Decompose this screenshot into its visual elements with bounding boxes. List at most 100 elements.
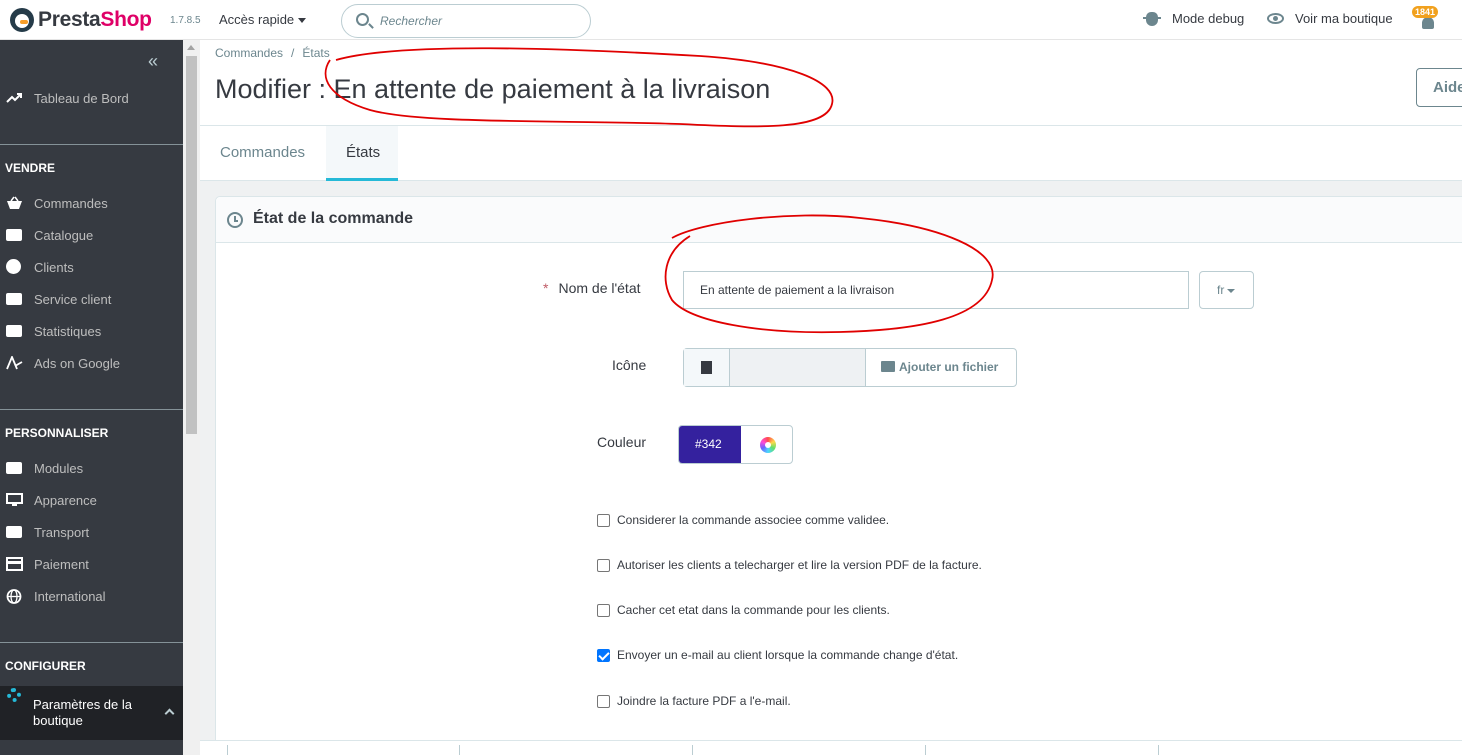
file-name-field[interactable] <box>730 349 866 386</box>
help-button[interactable]: Aide <box>1416 68 1462 107</box>
truck-icon <box>6 525 23 539</box>
sidebar-item-label: Commandes <box>34 195 108 211</box>
scrollbar-thumb[interactable] <box>186 56 197 434</box>
state-name-label-text: Nom de l'état <box>558 280 641 296</box>
credit-card-icon <box>6 557 23 571</box>
breadcrumb-parent-link[interactable]: Commandes <box>215 46 283 60</box>
add-file-button[interactable]: Ajouter un fichier <box>866 349 1017 386</box>
tab-states[interactable]: États <box>326 126 398 181</box>
color-label: Couleur <box>597 434 647 450</box>
gear-icon <box>7 688 21 702</box>
view-shop-link[interactable]: Voir ma boutique <box>1267 11 1393 26</box>
sidebar-item-label: Paramètres de la boutique <box>33 697 132 728</box>
sidebar-item-modules[interactable]: Modules <box>0 452 183 484</box>
option-consider-validated[interactable]: Considerer la commande associee comme va… <box>597 512 889 528</box>
quick-access-dropdown[interactable]: Accès rapide <box>219 12 307 27</box>
tabs-bar: Commandes États <box>200 126 1462 181</box>
sidebar-item-label: Service client <box>34 291 112 307</box>
color-wheel-icon[interactable] <box>760 437 776 453</box>
notifications-badge: 1841 <box>1412 6 1439 18</box>
caret-down-icon <box>1227 288 1236 293</box>
bottom-divider <box>1158 745 1159 755</box>
color-picker: #342 <box>678 425 793 464</box>
breadcrumb-current: États <box>302 46 330 60</box>
puzzle-icon <box>6 461 23 475</box>
section-title-customize: PERSONNALISER <box>5 426 109 440</box>
sidebar-item-orders[interactable]: Commandes <box>0 187 183 219</box>
sidebar-item-catalog[interactable]: Catalogue <box>0 219 183 251</box>
search-box[interactable] <box>341 4 591 38</box>
option-label: Cacher cet etat dans la commande pour le… <box>617 603 890 617</box>
sidebar-item-stats[interactable]: Statistiques <box>0 315 183 347</box>
sidebar-item-label: Modules <box>34 460 84 476</box>
notifications-button[interactable]: 1841 <box>1412 6 1439 32</box>
bar-chart-icon <box>6 324 23 338</box>
sidebar-item-label: International <box>34 588 106 604</box>
option-attach-invoice[interactable]: Joindre la facture PDF a l'e-mail. <box>597 693 791 709</box>
sidebar-divider <box>0 409 183 410</box>
checkbox[interactable] <box>597 603 610 617</box>
bottom-divider <box>925 745 926 755</box>
clock-icon <box>227 212 243 228</box>
trending-up-icon <box>6 91 23 105</box>
search-icon <box>356 13 369 26</box>
sidebar-item-label: Tableau de Bord <box>34 90 129 106</box>
section-title-configure: CONFIGURER <box>5 659 86 673</box>
sidebar-item-dashboard[interactable]: Tableau de Bord <box>0 82 183 114</box>
file-icon <box>701 361 712 374</box>
option-label: Autoriser les clients a telecharger et l… <box>617 558 982 572</box>
sidebar-item-international[interactable]: International <box>0 580 183 612</box>
caret-down-icon <box>298 18 307 24</box>
collapse-sidebar-icon[interactable]: « <box>148 51 158 72</box>
icon-label: Icône <box>612 357 647 373</box>
language-label: fr <box>1217 283 1225 297</box>
sidebar-divider <box>0 642 183 643</box>
card-title: État de la commande <box>253 210 414 227</box>
sidebar-item-shipping[interactable]: Transport <box>0 516 183 548</box>
debug-mode-link[interactable]: Mode debug <box>1143 11 1244 26</box>
language-dropdown[interactable]: fr <box>1199 271 1254 309</box>
required-asterisk: * <box>543 280 549 296</box>
version-label: 1.7.8.5 <box>170 15 201 26</box>
puffin-logo-icon <box>10 8 34 32</box>
section-title-sell: VENDRE <box>5 161 56 175</box>
bottom-divider <box>227 745 228 755</box>
bottom-bar <box>200 740 1462 755</box>
option-allow-invoice-pdf[interactable]: Autoriser les clients a telecharger et l… <box>597 557 982 573</box>
sidebar-item-customer-service[interactable]: Service client <box>0 283 183 315</box>
scroll-up-arrow-icon[interactable] <box>187 45 195 50</box>
search-input[interactable] <box>380 11 580 31</box>
option-hide-state[interactable]: Cacher cet etat dans la commande pour le… <box>597 602 890 618</box>
sidebar-divider <box>0 144 183 145</box>
checkbox[interactable] <box>597 694 610 708</box>
sidebar-item-label: Paiement <box>34 556 89 572</box>
sidebar-item-label: Transport <box>34 524 90 540</box>
option-label: Envoyer un e-mail au client lorsque la c… <box>617 648 959 662</box>
bell-icon <box>1422 17 1434 29</box>
breadcrumb-separator: / <box>291 46 295 60</box>
add-file-label: Ajouter un fichier <box>899 360 999 374</box>
account-circle-icon <box>6 259 23 274</box>
quick-access-label: Accès rapide <box>219 12 295 27</box>
sidebar-item-payment[interactable]: Paiement <box>0 548 183 580</box>
option-label: Considerer la commande associee comme va… <box>617 513 890 527</box>
sidebar-item-label: Statistiques <box>34 323 102 339</box>
sidebar-item-customers[interactable]: Clients <box>0 251 183 283</box>
prestashop-logo[interactable]: PrestaShop <box>10 8 152 32</box>
sidebar: « Tableau de Bord VENDRE Commandes Catal… <box>0 40 183 755</box>
tab-orders[interactable]: Commandes <box>200 126 326 181</box>
page-title: Modifier : En attente de paiement à la l… <box>215 74 771 104</box>
checkbox[interactable] <box>597 513 610 527</box>
sidebar-item-shop-parameters[interactable]: Paramètres de la boutique <box>0 686 183 740</box>
checkbox[interactable] <box>597 558 610 572</box>
checkbox-checked[interactable] <box>597 648 610 662</box>
bug-icon <box>1143 11 1161 26</box>
option-label: Joindre la facture PDF a l'e-mail. <box>617 694 791 708</box>
state-name-input[interactable]: En attente de paiement a la livraison <box>683 271 1189 309</box>
sidebar-item-label: Apparence <box>34 492 97 508</box>
sidebar-item-appearance[interactable]: Apparence <box>0 484 183 516</box>
eye-icon <box>1267 13 1284 24</box>
color-input[interactable]: #342 <box>679 426 741 463</box>
sidebar-item-ads-google[interactable]: Ads on Google <box>0 347 183 379</box>
option-send-email[interactable]: Envoyer un e-mail au client lorsque la c… <box>597 647 958 663</box>
